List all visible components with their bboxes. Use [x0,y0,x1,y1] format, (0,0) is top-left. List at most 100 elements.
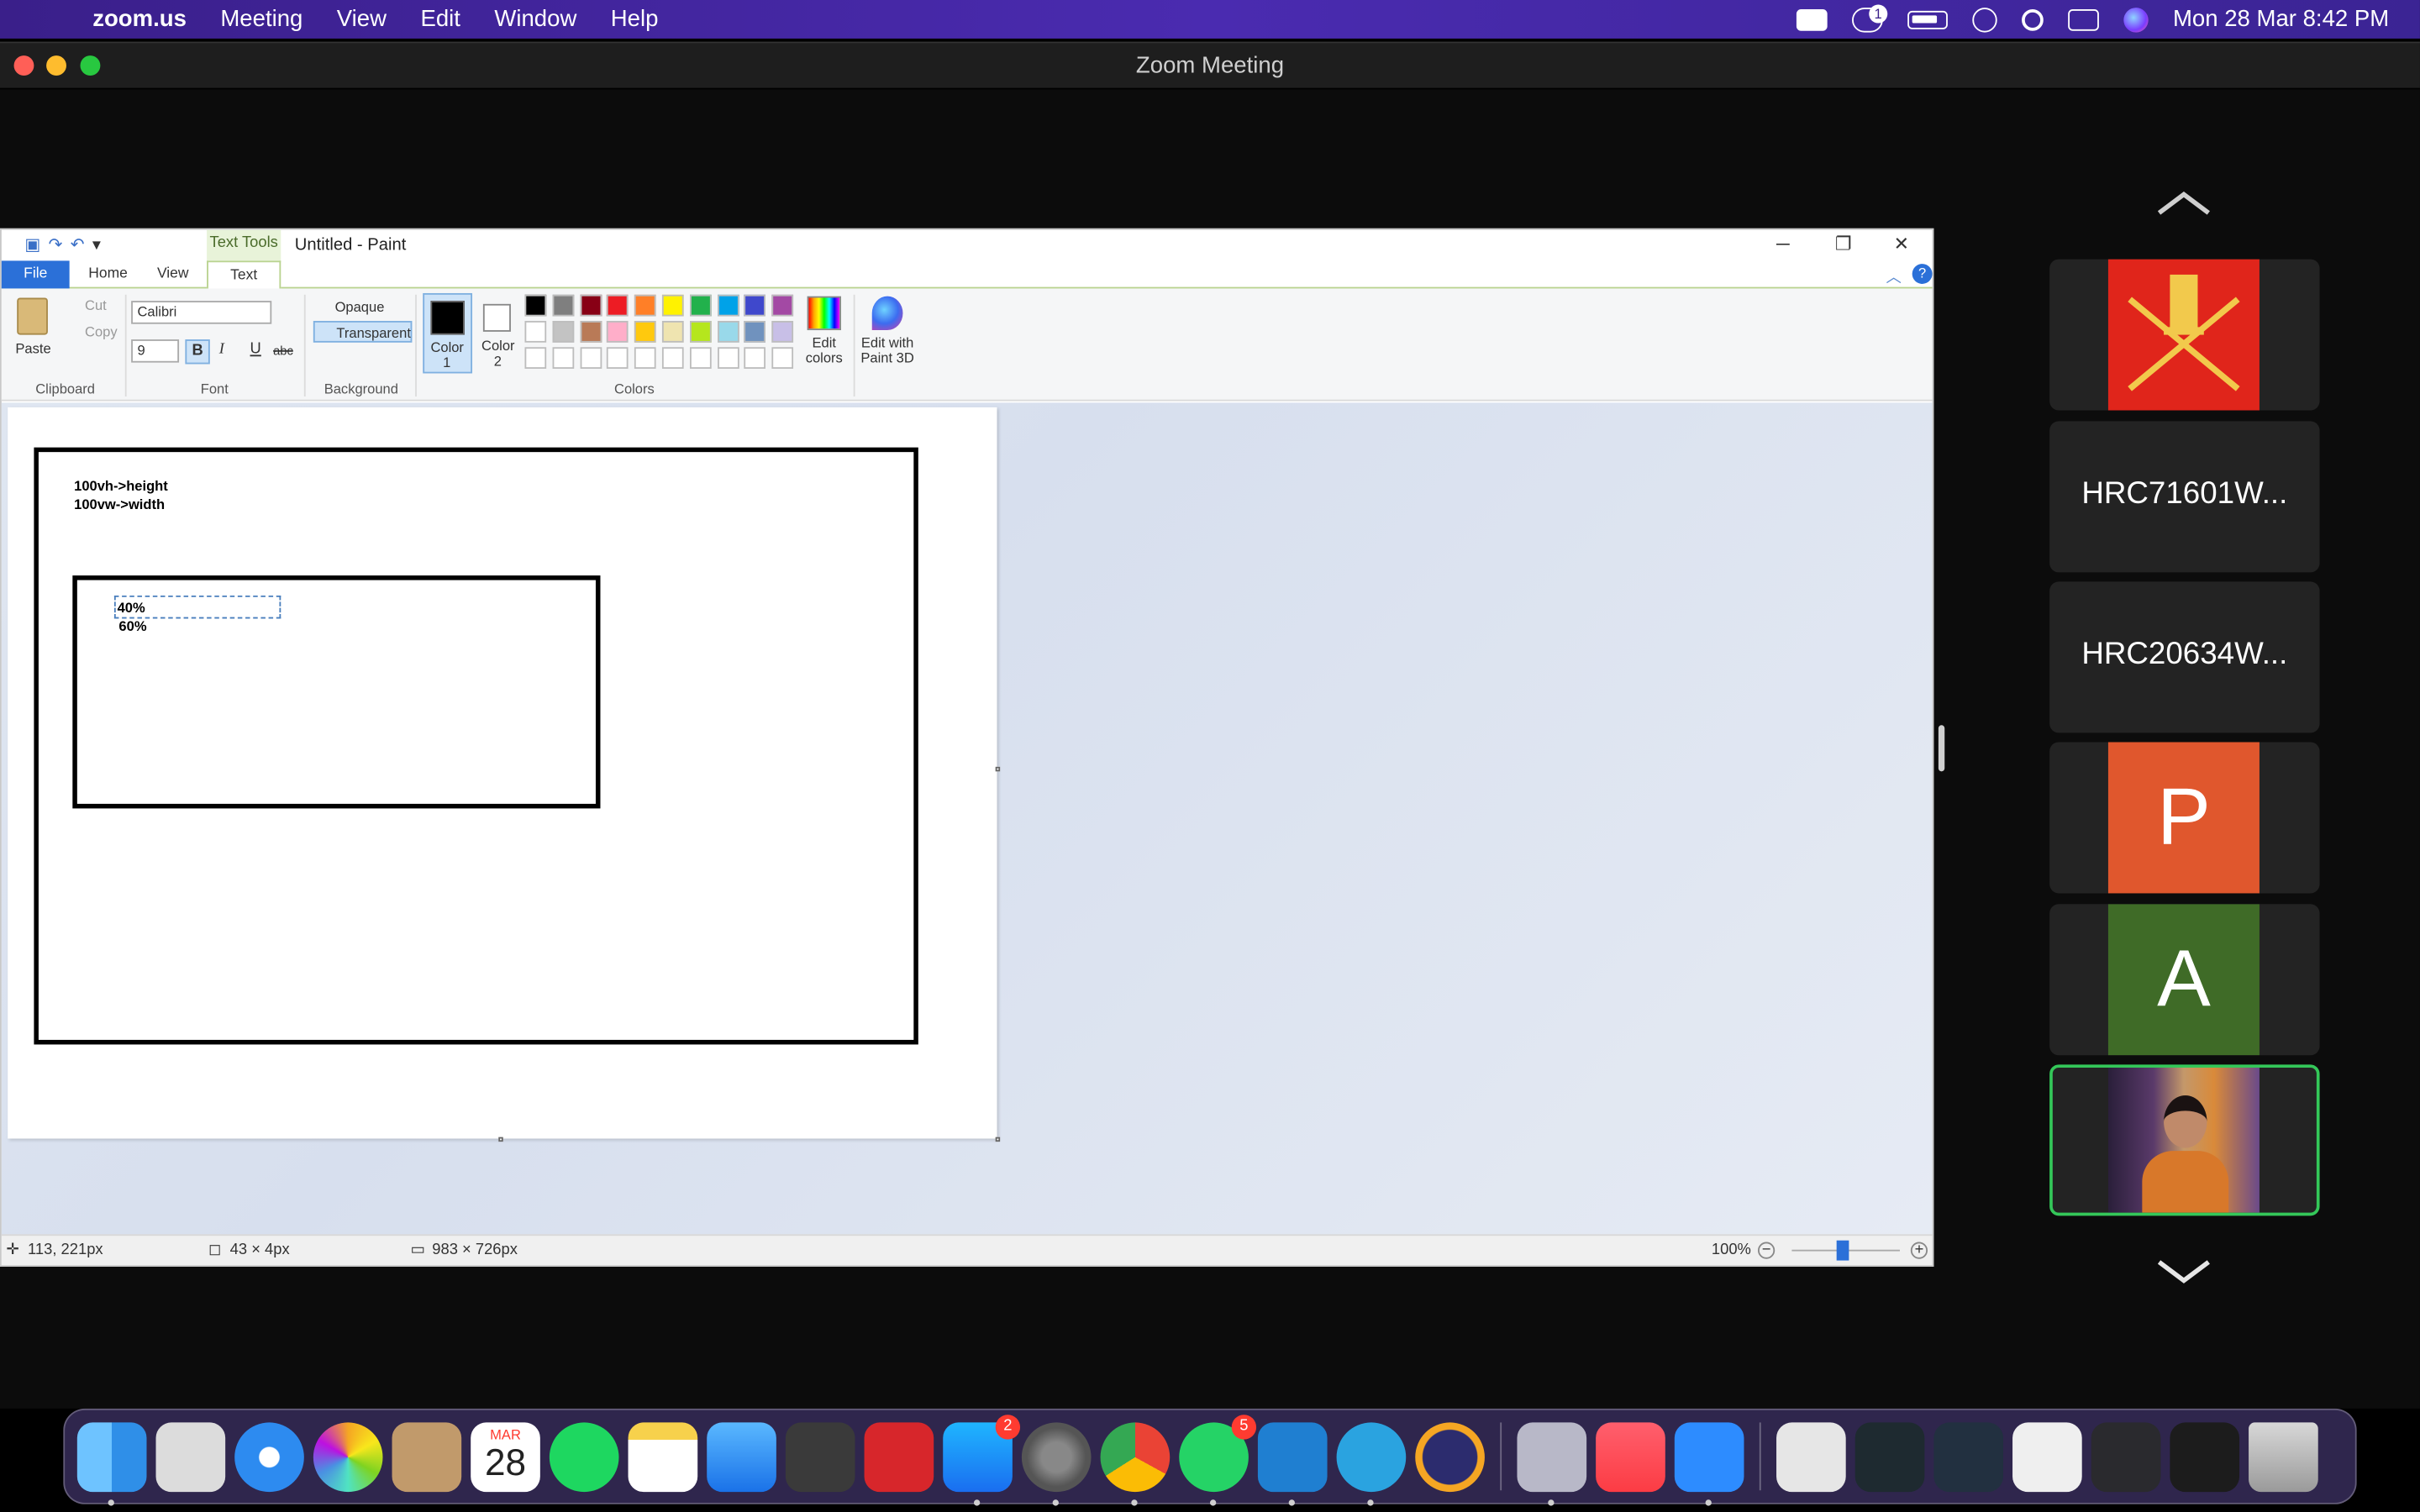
palette-swatch[interactable] [689,347,712,369]
palette-swatch[interactable] [661,321,684,343]
palette-swatch[interactable] [579,347,602,369]
participant-tile-2[interactable]: HRC71601W... [2049,421,2320,573]
contacts-icon[interactable] [392,1421,462,1492]
edit-colors-button[interactable]: Edit colors [801,293,847,374]
palette-swatch[interactable] [607,321,629,343]
notification-icon[interactable]: 1 [1851,3,1888,32]
mail-icon[interactable] [707,1421,776,1492]
copy-button[interactable]: Copy [85,324,118,339]
palette-swatch[interactable] [744,321,766,343]
spotify-icon[interactable] [549,1421,619,1492]
color2-button[interactable]: Color 2 [478,293,518,374]
zoom-dock-icon[interactable] [1674,1421,1744,1505]
participant-tile-6-active-speaker[interactable] [2049,1064,2320,1216]
cut-button[interactable]: Cut [85,297,107,312]
calendar-icon[interactable]: MAR 28 [471,1421,540,1492]
help-icon[interactable]: ? [1912,264,1933,284]
palette-swatch[interactable] [552,294,574,317]
palette-swatch[interactable] [744,294,766,317]
palette-swatch[interactable] [524,347,547,369]
palette-swatch[interactable] [771,294,794,317]
menu-window[interactable]: Window [494,6,576,32]
trash-icon[interactable] [2249,1421,2318,1492]
bold-button[interactable]: B [185,339,210,365]
zoom-slider-thumb[interactable] [1836,1240,1849,1261]
customize-qat-icon[interactable]: ▾ [92,234,101,255]
edit-with-paint3d-button[interactable]: Edit with Paint 3D [858,293,917,374]
palette-swatch[interactable] [717,321,739,343]
participant-tile-5[interactable]: A [2049,904,2320,1056]
save-icon[interactable]: ▣ [24,234,40,255]
palette-swatch[interactable] [524,321,547,343]
paste-button[interactable]: Paste [15,341,50,356]
finder-icon[interactable] [76,1421,147,1505]
palette-swatch[interactable] [634,294,656,317]
palette-swatch[interactable] [744,347,766,369]
palette-swatch[interactable] [771,347,794,369]
palette-swatch[interactable] [634,347,656,369]
search-icon[interactable] [2021,8,2044,30]
vscode-icon[interactable] [1257,1421,1328,1505]
photos-icon[interactable] [313,1421,383,1492]
scroll-down-chevron-icon[interactable] [2153,1256,2214,1289]
font-family-select[interactable]: Calibri [131,301,272,324]
gallery-resize-handle[interactable] [1938,725,1945,772]
music-icon[interactable] [1596,1421,1665,1492]
zoom-status-icon[interactable] [1796,8,1828,30]
italic-button[interactable]: I [219,341,224,358]
palette-swatch[interactable] [689,321,712,343]
palette-swatch[interactable] [717,294,739,317]
scroll-up-chevron-icon[interactable] [2153,185,2214,218]
restore-icon[interactable]: ❐ [1835,233,1852,255]
tab-home[interactable]: Home [79,260,138,288]
battery-icon[interactable] [1907,9,1948,29]
canvas-area[interactable]: 100vh->height 100vw->width 40% 60% [1,402,1933,1236]
paste-icon[interactable] [17,297,48,335]
tab-file[interactable]: File [1,260,70,289]
palette-swatch[interactable] [524,294,547,317]
close-icon[interactable]: ✕ [1894,233,1909,255]
menu-meeting[interactable]: Meeting [220,6,302,32]
minimized-window-3-icon[interactable] [2012,1421,2082,1492]
minimized-window-1-icon[interactable] [1854,1421,1925,1492]
palette-swatch[interactable] [689,294,712,317]
strikethrough-button[interactable]: abc [273,344,293,359]
participant-tile-3[interactable]: HRC20634W... [2049,581,2320,733]
palette-swatch[interactable] [661,294,684,317]
opaque-option[interactable]: Opaque [313,297,385,318]
eclipse-icon[interactable] [1415,1421,1485,1492]
minimize-icon[interactable]: ─ [1776,233,1790,255]
minimized-window-5-icon[interactable] [2170,1421,2240,1492]
palette-swatch[interactable] [552,347,574,369]
menu-edit[interactable]: Edit [420,6,460,32]
palette-swatch[interactable] [634,321,656,343]
font-size-select[interactable]: 9 [131,339,180,363]
palette-swatch[interactable] [607,294,629,317]
palette-swatch[interactable] [579,294,602,317]
siri-icon[interactable] [2123,7,2149,32]
canvas-resize-handle-corner[interactable] [995,1137,1001,1142]
telegram-icon[interactable] [1336,1421,1407,1505]
calculator-icon[interactable] [785,1421,855,1492]
whatsapp-icon[interactable]: 5 [1179,1414,1257,1505]
control-center-icon[interactable] [2068,8,2099,30]
drawing-canvas[interactable]: 100vh->height 100vw->width 40% 60% [8,407,997,1139]
safari-icon[interactable] [234,1421,304,1492]
photo-booth-icon[interactable] [864,1421,934,1492]
notes-icon[interactable] [628,1421,698,1492]
participant-tile-1[interactable] [2049,259,2320,411]
minimized-window-4-icon[interactable] [2091,1421,2161,1492]
menu-app-name[interactable]: zoom.us [92,6,187,32]
participant-tile-4[interactable]: P [2049,742,2320,894]
zoom-out-icon[interactable]: − [1758,1242,1776,1259]
color1-button[interactable]: Color 1 [423,292,473,374]
tab-text[interactable]: Text [207,260,281,291]
collapse-ribbon-icon[interactable]: ︿ [1886,264,1901,286]
screen-mirroring-icon[interactable] [1972,7,1997,32]
app-store-icon[interactable]: 2 [943,1414,1021,1505]
palette-swatch[interactable] [661,347,684,369]
preview-icon[interactable] [1517,1421,1587,1505]
canvas-text-40[interactable]: 40% [118,600,145,615]
launchpad-icon[interactable] [155,1421,226,1492]
menu-clock[interactable]: Mon 28 Mar 8:42 PM [2173,6,2389,32]
